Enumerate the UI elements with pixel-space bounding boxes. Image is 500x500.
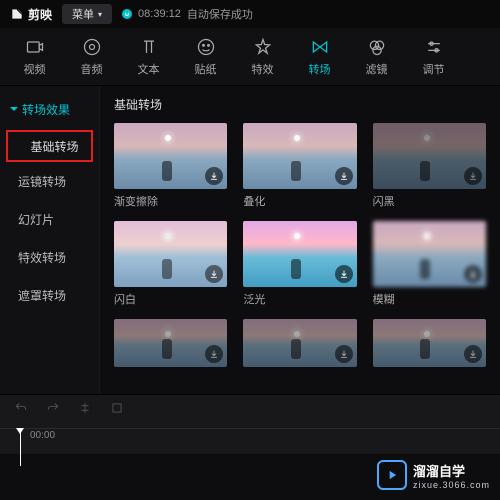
thumbnail-label: 泛光 bbox=[243, 291, 356, 307]
playhead[interactable] bbox=[20, 429, 21, 466]
tab-label: 贴纸 bbox=[195, 61, 217, 77]
main-toolbar: 视频 音频 文本 贴纸 特效 转场 滤镜 调节 bbox=[0, 28, 500, 86]
crop-icon[interactable] bbox=[110, 401, 124, 420]
thumbnail-label: 叠化 bbox=[243, 193, 356, 209]
thumbnail-label: 渐变擦除 bbox=[114, 193, 227, 209]
thumbnail[interactable] bbox=[373, 221, 486, 287]
sidebar-header[interactable]: 转场效果 bbox=[0, 92, 99, 126]
watermark-brand: 溜溜自学 bbox=[413, 464, 465, 479]
titlebar: 剪映 菜单 ▾ 08:39:12 自动保存成功 bbox=[0, 0, 500, 28]
text-icon bbox=[139, 37, 159, 57]
thumbnail[interactable] bbox=[243, 221, 356, 287]
timeline-ruler[interactable]: 00:00 bbox=[0, 428, 500, 446]
autosave-time: 08:39:12 bbox=[138, 8, 181, 20]
thumbnail[interactable] bbox=[243, 319, 356, 367]
transition-item[interactable]: 渐变擦除 bbox=[114, 123, 227, 209]
transition-item[interactable]: 叠化 bbox=[243, 123, 356, 209]
transition-item[interactable]: 闪黑 bbox=[373, 123, 486, 209]
thumbnail-grid: 渐变擦除叠化 闪黑闪白泛光 模糊 bbox=[114, 123, 486, 367]
watermark-url: zixue.3066.com bbox=[413, 480, 490, 490]
transition-item[interactable] bbox=[243, 319, 356, 367]
thumbnail-label: 闪白 bbox=[114, 291, 227, 307]
autosave-status: 08:39:12 自动保存成功 bbox=[122, 6, 253, 22]
menu-dropdown[interactable]: 菜单 ▾ bbox=[62, 4, 112, 24]
download-icon[interactable] bbox=[464, 345, 482, 363]
timeline[interactable]: 00:00 bbox=[0, 394, 500, 454]
transition-item[interactable]: 泛光 bbox=[243, 221, 356, 307]
main-area: 转场效果 基础转场运镜转场幻灯片特效转场遮罩转场 基础转场 渐变擦除叠化闪黑闪白… bbox=[0, 86, 500, 406]
sticker-icon bbox=[196, 37, 216, 57]
download-icon[interactable] bbox=[464, 265, 482, 283]
timeline-tools bbox=[0, 395, 500, 426]
split-icon[interactable] bbox=[78, 401, 92, 420]
audio-icon bbox=[82, 37, 102, 57]
download-icon[interactable] bbox=[464, 167, 482, 185]
effect-icon bbox=[253, 37, 273, 57]
autosave-spinner-icon bbox=[122, 9, 132, 19]
tab-label: 特效 bbox=[252, 61, 274, 77]
tab-transition[interactable]: 转场 bbox=[291, 37, 348, 77]
thumbnail[interactable] bbox=[243, 123, 356, 189]
download-icon[interactable] bbox=[205, 265, 223, 283]
tab-label: 音频 bbox=[81, 61, 103, 77]
video-icon bbox=[25, 37, 45, 57]
autosave-text: 自动保存成功 bbox=[187, 6, 253, 22]
download-icon[interactable] bbox=[335, 167, 353, 185]
tab-effect[interactable]: 特效 bbox=[234, 37, 291, 77]
tab-label: 文本 bbox=[138, 61, 160, 77]
tab-sticker[interactable]: 贴纸 bbox=[177, 37, 234, 77]
thumbnail[interactable] bbox=[114, 319, 227, 367]
sidebar-item[interactable]: 幻灯片 bbox=[0, 202, 99, 236]
filter-icon bbox=[367, 37, 387, 57]
transition-item[interactable] bbox=[373, 319, 486, 367]
content-panel: 基础转场 渐变擦除叠化 闪黑闪白泛光 模糊 bbox=[100, 86, 500, 406]
sidebar-item[interactable]: 运镜转场 bbox=[0, 164, 99, 198]
thumbnail[interactable] bbox=[114, 221, 227, 287]
play-icon bbox=[377, 460, 407, 490]
thumbnail[interactable] bbox=[373, 319, 486, 367]
tab-audio[interactable]: 音频 bbox=[63, 37, 120, 77]
thumbnail-label: 模糊 bbox=[373, 291, 486, 307]
redo-icon[interactable] bbox=[46, 401, 60, 420]
tab-label: 滤镜 bbox=[366, 61, 388, 77]
adjust-icon bbox=[424, 37, 444, 57]
tab-filter[interactable]: 滤镜 bbox=[348, 37, 405, 77]
sidebar-item[interactable]: 遮罩转场 bbox=[0, 278, 99, 312]
tab-label: 调节 bbox=[423, 61, 445, 77]
tab-label: 转场 bbox=[309, 61, 331, 77]
thumbnail[interactable] bbox=[114, 123, 227, 189]
section-title: 基础转场 bbox=[114, 96, 486, 113]
tab-adjust[interactable]: 调节 bbox=[405, 37, 462, 77]
time-label: 00:00 bbox=[30, 430, 55, 441]
sidebar-item[interactable]: 基础转场 bbox=[6, 130, 93, 162]
tab-video[interactable]: 视频 bbox=[6, 37, 63, 77]
sidebar: 转场效果 基础转场运镜转场幻灯片特效转场遮罩转场 bbox=[0, 86, 100, 406]
app-name: 剪映 bbox=[28, 6, 52, 23]
menu-label: 菜单 bbox=[72, 6, 94, 22]
transition-item[interactable] bbox=[114, 319, 227, 367]
thumbnail[interactable] bbox=[373, 123, 486, 189]
transition-item[interactable]: 闪白 bbox=[114, 221, 227, 307]
thumbnail-label: 闪黑 bbox=[373, 193, 486, 209]
chevron-down-icon: ▾ bbox=[98, 10, 102, 19]
download-icon[interactable] bbox=[205, 167, 223, 185]
sidebar-item[interactable]: 特效转场 bbox=[0, 240, 99, 274]
app-logo: 剪映 bbox=[10, 6, 52, 23]
download-icon[interactable] bbox=[335, 265, 353, 283]
download-icon[interactable] bbox=[335, 345, 353, 363]
transition-icon bbox=[310, 37, 330, 57]
transition-item[interactable]: 模糊 bbox=[373, 221, 486, 307]
watermark: 溜溜自学 zixue.3066.com bbox=[377, 460, 490, 490]
download-icon[interactable] bbox=[205, 345, 223, 363]
tab-text[interactable]: 文本 bbox=[120, 37, 177, 77]
tab-label: 视频 bbox=[24, 61, 46, 77]
undo-icon[interactable] bbox=[14, 401, 28, 420]
